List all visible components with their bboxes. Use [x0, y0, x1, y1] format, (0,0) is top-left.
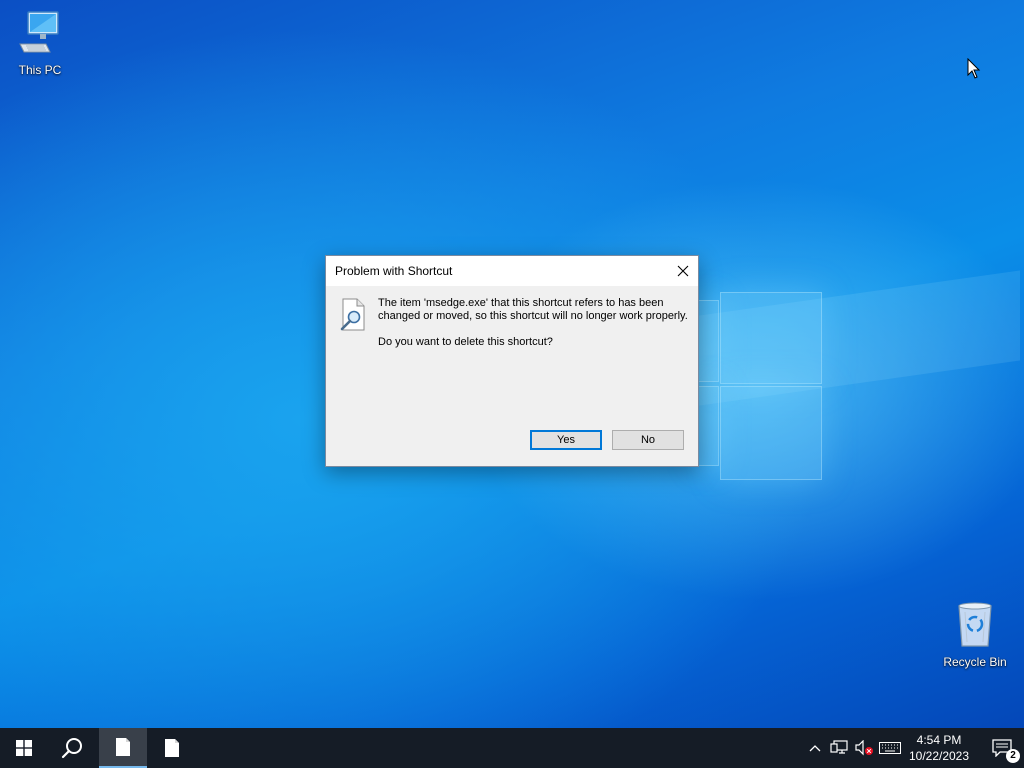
close-icon — [677, 265, 689, 277]
dialog-body: The item 'msedge.exe' that this shortcut… — [326, 286, 698, 465]
volume-muted-icon — [855, 740, 873, 756]
action-center-button[interactable]: 2 — [980, 728, 1024, 768]
mouse-cursor-icon — [967, 58, 981, 79]
taskbar-app-document[interactable] — [148, 728, 196, 768]
dialog-message-text: The item 'msedge.exe' that this shortcut… — [378, 297, 688, 322]
no-button[interactable]: No — [612, 430, 684, 450]
recycle-bin-icon — [958, 602, 992, 647]
start-icon — [16, 740, 32, 756]
dialog-message: The item 'msedge.exe' that this shortcut… — [378, 297, 693, 349]
volume-button[interactable] — [852, 728, 876, 768]
wallpaper-logo-pane — [697, 386, 719, 466]
notification-count-badge: 2 — [1006, 749, 1020, 763]
network-button[interactable] — [827, 728, 851, 768]
clock-time: 4:54 PM — [916, 733, 962, 747]
wallpaper-logo-pane — [697, 300, 719, 382]
start-button[interactable] — [0, 728, 48, 768]
dialog-question-text: Do you want to delete this shortcut? — [378, 336, 553, 348]
missing-file-search-icon — [340, 298, 365, 331]
desktop[interactable]: This PC Recycle Bin Problem with Shortcu… — [0, 0, 1024, 728]
desktop-icon-this-pc[interactable]: This PC — [0, 8, 80, 77]
document-icon — [165, 739, 179, 757]
wallpaper-logo-pane — [720, 292, 822, 384]
document-icon — [116, 738, 130, 756]
close-button[interactable] — [668, 256, 698, 286]
search-button[interactable] — [48, 728, 96, 768]
desktop-icon-label: Recycle Bin — [943, 655, 1007, 669]
wallpaper-logo-pane — [720, 386, 822, 480]
desktop-icon-label: This PC — [18, 63, 62, 77]
clock-date: 10/22/2023 — [908, 749, 970, 763]
desktop-icon-recycle-bin[interactable]: Recycle Bin — [935, 600, 1015, 669]
dialog-titlebar[interactable]: Problem with Shortcut — [326, 256, 698, 286]
show-hidden-icons-button[interactable] — [804, 728, 826, 768]
problem-with-shortcut-dialog[interactable]: Problem with Shortcut The item 'msedge.e… — [325, 255, 699, 467]
clock-button[interactable]: 4:54 PM 10/22/2023 — [898, 728, 980, 768]
chevron-up-icon — [809, 745, 821, 752]
network-icon — [830, 740, 848, 754]
computer-icon — [19, 11, 59, 53]
yes-button[interactable]: Yes — [530, 430, 602, 450]
taskbar-app-document-active[interactable] — [99, 728, 147, 768]
taskbar: 4:54 PM 10/22/2023 2 — [0, 728, 1024, 768]
clock: 4:54 PM 10/22/2023 — [898, 732, 980, 764]
search-icon — [61, 738, 82, 759]
dialog-title: Problem with Shortcut — [335, 264, 453, 278]
